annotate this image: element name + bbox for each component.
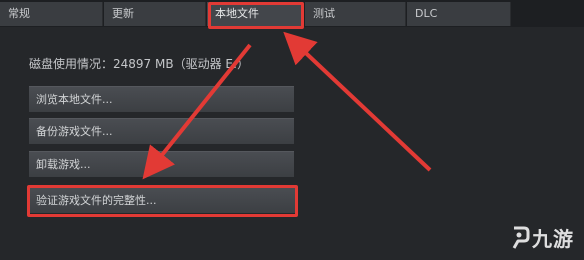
- arrow-to-tab: [283, 31, 432, 172]
- watermark-text: 九游: [532, 227, 574, 251]
- annotation-arrows: [142, 31, 432, 180]
- watermark-logo: 九游: [510, 223, 574, 252]
- watermark-icon: [512, 226, 530, 249]
- arrow-to-verify-button: [142, 43, 252, 180]
